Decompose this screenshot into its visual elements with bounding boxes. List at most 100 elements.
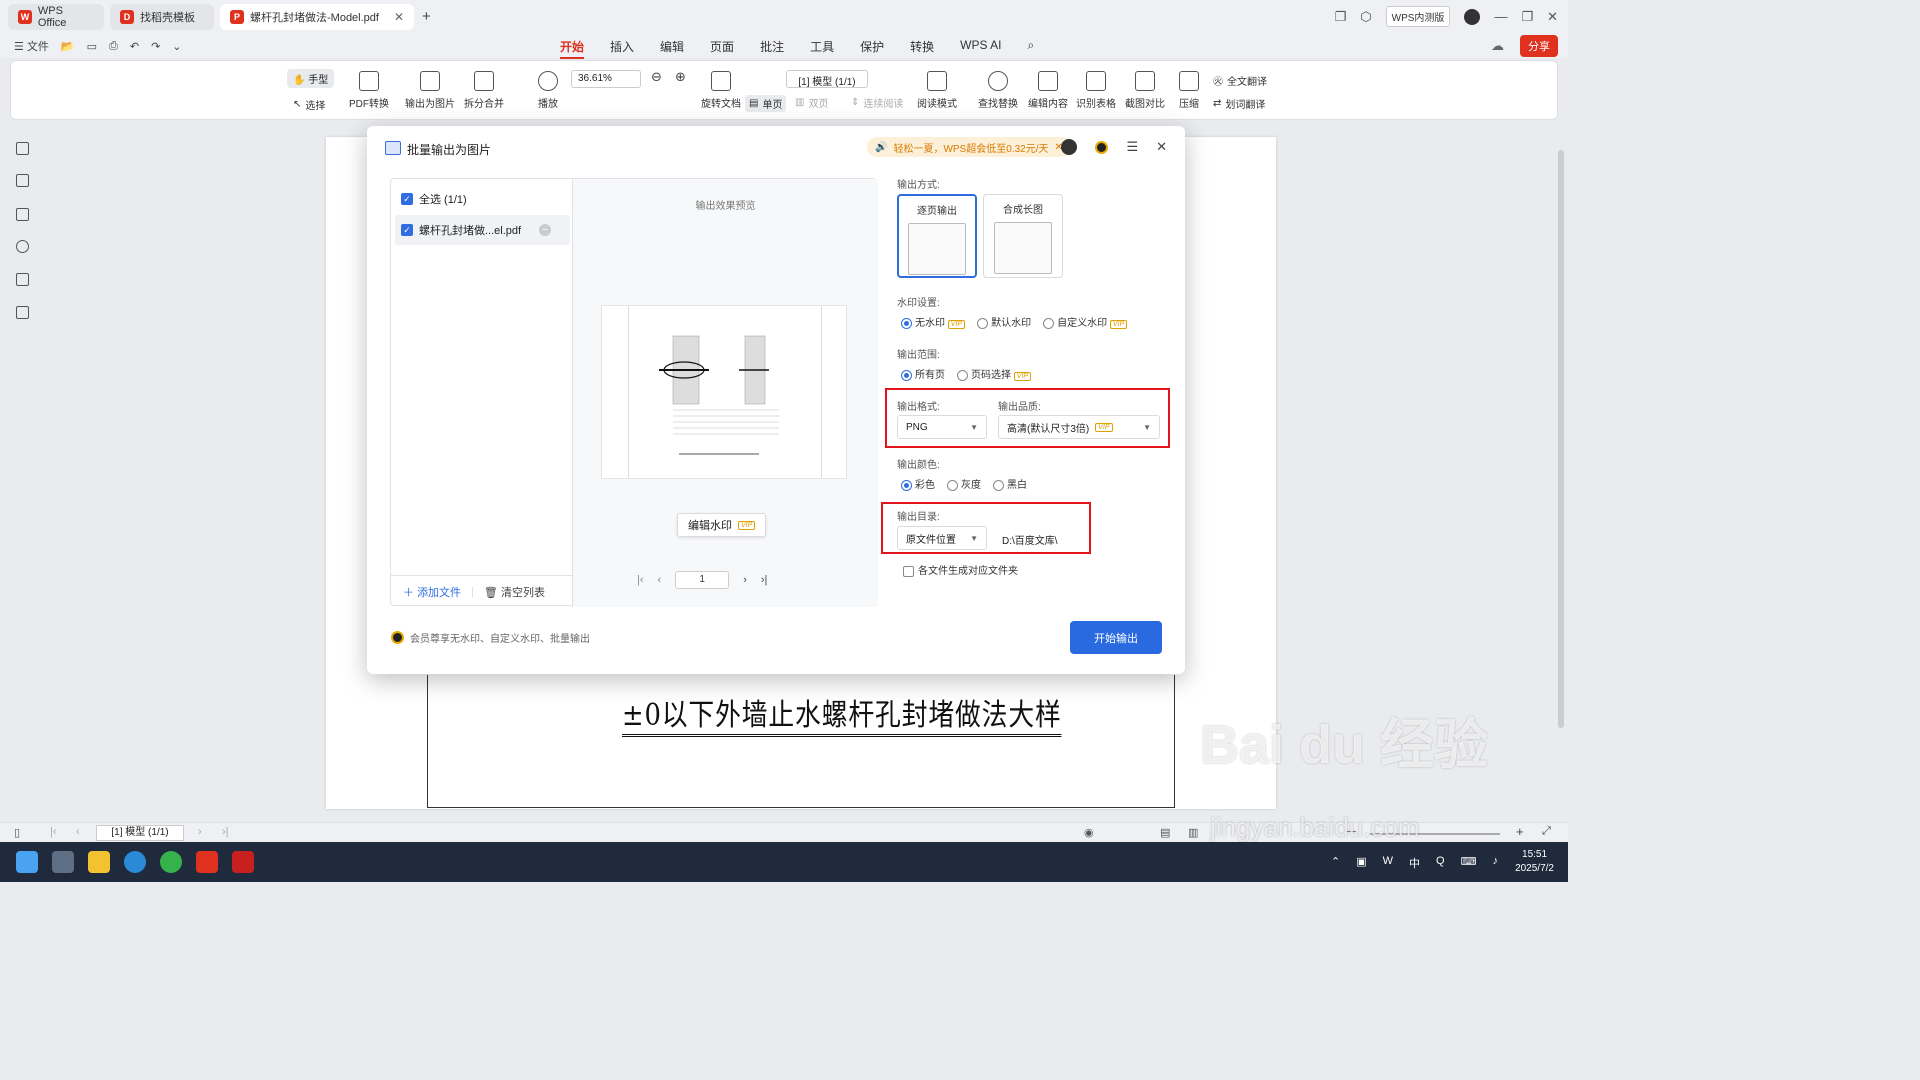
network-icon[interactable]: ⌨ [1461,855,1477,871]
menu-insert[interactable]: 插入 [610,38,634,59]
prev-page-icon[interactable]: ‹ [76,826,80,838]
close-tab-icon[interactable]: ✕ [394,10,404,24]
cloud-upload-icon[interactable]: ☁ [1491,38,1504,54]
mode-single-page-card[interactable]: 逐页输出 [897,194,977,278]
radio-no-watermark[interactable]: 无水印 VIP [901,314,966,329]
recognize-table-button[interactable]: 识别表格 [1076,71,1116,110]
start-export-button[interactable]: 开始输出 [1070,621,1162,654]
directory-path[interactable]: D:\百度文库\ [1002,532,1058,547]
rotate-button[interactable]: 旋转文档 [701,71,741,110]
cube-icon[interactable]: ⬡ [1360,9,1371,25]
add-file-button[interactable]: ＋ 添加文件 [403,584,461,600]
user-avatar[interactable] [1464,8,1481,25]
quality-select[interactable]: 高清(默认尺寸3倍) VIP ▼ [998,415,1160,439]
edge-browser-icon[interactable] [124,851,146,873]
radio-bw[interactable]: 黑白 [993,476,1027,491]
print-icon[interactable]: ⎙ [109,40,118,53]
redo-icon[interactable]: ↷ [151,40,160,53]
next-page-icon[interactable]: › [743,574,747,586]
windows-start-icon[interactable] [16,851,38,873]
double-page-button[interactable]: ▥ 双页 [795,95,828,110]
clock[interactable]: 15:51 2025/7/2 [1515,848,1554,876]
radio-gray[interactable]: 灰度 [947,476,981,491]
single-page-button[interactable]: ▤ 单页 [745,95,787,112]
single-view-icon[interactable]: ▤ [1160,826,1170,839]
directory-select[interactable]: 原文件位置 ▼ [897,526,987,550]
mode-long-image-card[interactable]: 合成长图 [983,194,1063,278]
next-page-icon[interactable]: › [198,826,202,838]
full-translate-button[interactable]: ㊋ 全文翻译 [1213,73,1267,88]
select-tool-button[interactable]: ↖ 选择 [293,97,325,112]
restore-icon[interactable]: ❐ [1521,9,1533,25]
play-button[interactable]: 播放 [538,71,558,110]
eye-icon[interactable]: ◉ [1084,826,1094,839]
tray-app-icon[interactable]: ▣ [1356,855,1366,871]
tray-expand-icon[interactable]: ⌃ [1331,855,1340,871]
page-nav-box[interactable]: [1] 模型 (1/1) [786,70,868,88]
search-icon[interactable]: ⌕ [1027,38,1034,59]
bookmark-icon[interactable] [16,142,29,155]
new-tab-icon[interactable]: + [422,8,431,25]
tab-pdf-document[interactable]: P 螺杆孔封堵做法-Model.pdf ✕ [220,4,414,30]
save-icon[interactable]: ▭ [87,40,97,53]
last-page-icon[interactable]: ›| [222,826,229,838]
menu-home[interactable]: 开始 [560,38,585,59]
hand-tool-button[interactable]: ✋ 手型 [287,69,335,88]
menu-protect[interactable]: 保护 [860,38,884,59]
window-icon[interactable]: ❐ [1335,9,1347,25]
zoom-select[interactable]: 36.61% [571,70,641,88]
minimize-icon[interactable]: — [1494,9,1507,24]
remove-file-icon[interactable]: − [539,224,552,236]
menu-wps-ai[interactable]: WPS AI [960,38,1001,59]
status-page-box[interactable]: [1] 模型 (1/1) [96,825,184,841]
fullscreen-icon[interactable]: ⤢ [1542,825,1551,838]
beta-badge[interactable]: WPS内测版 [1385,6,1451,27]
per-file-folder-checkbox[interactable]: 各文件生成对应文件夹 [903,562,1018,577]
radio-color[interactable]: 彩色 [901,476,935,491]
status-zoom-plus-icon[interactable]: + [1516,824,1524,839]
radio-page-select[interactable]: 页码选择 VIP [957,366,1032,381]
continuous-button[interactable]: ⇕ 连续阅读 [851,95,903,110]
menu-edit[interactable]: 编辑 [660,38,684,59]
comment-icon[interactable] [16,208,29,221]
attachment-icon[interactable] [16,240,29,253]
signature-icon[interactable] [16,273,29,286]
export-image-button[interactable]: 输出为图片 [405,71,455,110]
open-icon[interactable]: 📂 [61,40,75,53]
page-number-input[interactable]: 1 [675,571,730,589]
ime-indicator[interactable]: 中 [1409,855,1420,871]
thumbnail-icon[interactable] [16,174,29,187]
first-page-icon[interactable]: |‹ [50,826,57,838]
vertical-scrollbar[interactable] [1558,150,1564,728]
format-select[interactable]: PNG ▼ [897,415,987,439]
zoom-out-icon[interactable]: ⊖ [651,69,662,85]
tab-templates[interactable]: D 找稻壳模板 [110,4,214,30]
radio-default-watermark[interactable]: 默认水印 [977,314,1031,329]
prev-page-icon[interactable]: ‹ [658,574,662,586]
edit-content-button[interactable]: 编辑内容 [1028,71,1068,110]
tray-wps-icon[interactable]: W [1383,855,1393,871]
layers-icon[interactable] [16,306,29,319]
tray-q-icon[interactable]: Q [1436,855,1445,871]
edit-watermark-button[interactable]: 编辑水印 VIP [677,513,767,537]
clear-list-button[interactable]: 🗑 清空列表 [484,584,545,600]
volume-icon[interactable]: ♪ [1493,855,1499,871]
file-item[interactable]: ✓ 螺杆孔封堵做...el.pdf − [395,215,570,245]
wechat-icon[interactable] [160,851,182,873]
find-replace-button[interactable]: 查找替换 [978,71,1018,110]
folder-icon[interactable] [88,851,110,873]
screenshot-compare-button[interactable]: 截图对比 [1125,71,1165,110]
menu-page[interactable]: 页面 [710,38,734,59]
split-merge-button[interactable]: 拆分合并 [464,71,504,110]
compress-button[interactable]: 压缩 [1179,71,1199,110]
check-icon[interactable]: ✓ [401,224,413,236]
last-page-icon[interactable]: ›| [761,574,768,586]
select-all-checkbox[interactable]: ✓ 全选 (1/1) [401,191,467,207]
first-page-icon[interactable]: |‹ [637,574,644,586]
close-window-icon[interactable]: ✕ [1547,9,1558,25]
zoom-in-icon[interactable]: ⊕ [675,69,686,85]
share-button[interactable]: 分享 [1520,35,1558,57]
word-translate-button[interactable]: ⇄ 划词翻译 [1213,96,1265,111]
menu-tools[interactable]: 工具 [810,38,834,59]
menu-convert[interactable]: 转换 [910,38,934,59]
